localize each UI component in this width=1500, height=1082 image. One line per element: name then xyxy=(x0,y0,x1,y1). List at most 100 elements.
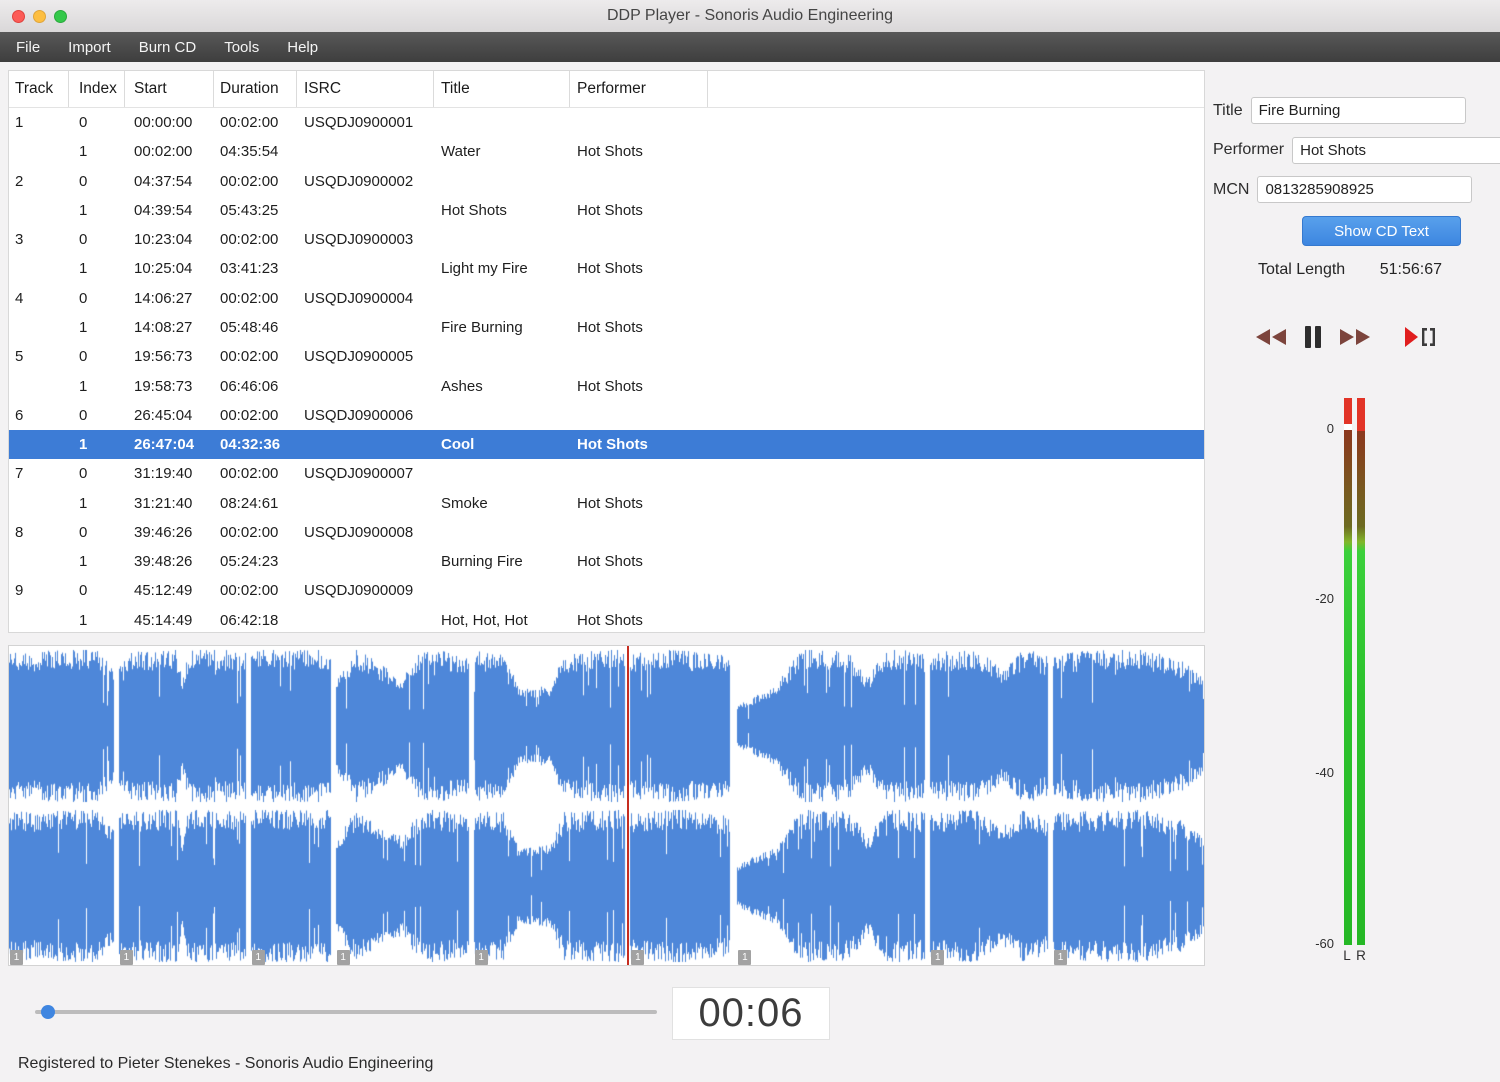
cell-performer: Hot Shots xyxy=(577,611,643,629)
cell-start: 00:00:00 xyxy=(134,114,193,132)
menu-burn-cd[interactable]: Burn CD xyxy=(125,32,211,62)
table-row[interactable]: 1 45:14:49 06:42:18 Hot, Hot, Hot Hot Shots xyxy=(9,606,1204,632)
cell-index: 1 xyxy=(79,494,88,512)
cell-title: Hot Shots xyxy=(441,201,507,219)
cell-title xyxy=(434,459,570,488)
minimize-icon[interactable] xyxy=(33,9,46,23)
menu-help[interactable]: Help xyxy=(273,32,332,62)
performer-input[interactable] xyxy=(1292,136,1500,164)
mcn-input[interactable] xyxy=(1257,176,1473,203)
table-row[interactable]: 8 0 39:46:26 00:02:00 USQDJ0900008 xyxy=(9,518,1204,547)
cell-isrc xyxy=(297,137,434,166)
playhead[interactable] xyxy=(627,646,630,965)
cell-index: 0 xyxy=(79,582,88,600)
cell-empty xyxy=(708,225,1204,254)
close-icon[interactable] xyxy=(12,9,25,23)
table-row[interactable]: 1 39:48:26 05:24:23 Burning Fire Hot Shots xyxy=(9,547,1204,576)
fast-forward-button[interactable] xyxy=(1338,327,1372,350)
cell-index: 0 xyxy=(79,465,88,483)
time-display: 00:06 xyxy=(672,987,830,1040)
table-header: Track Index Start Duration ISRC Title Performe… xyxy=(9,71,1204,108)
cell-isrc: USQDJ0900008 xyxy=(304,523,414,541)
index-marker[interactable]: 1 xyxy=(10,950,23,965)
title-label: Title xyxy=(1213,101,1243,119)
table-row[interactable]: 6 0 26:45:04 00:02:00 USQDJ0900006 xyxy=(9,401,1204,430)
title-input[interactable] xyxy=(1250,97,1466,124)
table-row[interactable]: 1 10:25:04 03:41:23 Light my Fire Hot Shots xyxy=(9,254,1204,283)
cell-isrc: USQDJ0900009 xyxy=(304,582,414,600)
cell-duration: 06:46:06 xyxy=(220,377,279,395)
table-row[interactable]: 1 19:58:73 06:46:06 Ashes Hot Shots xyxy=(9,371,1204,400)
table-row[interactable]: 4 0 14:06:27 00:02:00 USQDJ0900004 xyxy=(9,284,1204,313)
index-marker[interactable]: 1 xyxy=(1054,950,1068,965)
cell-start: 19:56:73 xyxy=(134,348,193,366)
menu-file[interactable]: File xyxy=(2,32,54,62)
cell-index: 1 xyxy=(79,318,88,336)
meter-gap xyxy=(1344,424,1352,430)
cell-isrc: USQDJ0900001 xyxy=(304,114,414,132)
zoom-icon[interactable] xyxy=(54,9,67,23)
cell-performer xyxy=(570,401,708,430)
cell-duration: 05:24:23 xyxy=(220,553,279,571)
cell-isrc xyxy=(297,488,434,517)
cell-track: 9 xyxy=(15,582,24,600)
index-marker[interactable]: 1 xyxy=(119,950,133,965)
seek-slider[interactable] xyxy=(35,1010,657,1014)
index-marker[interactable]: 1 xyxy=(474,950,488,965)
column-header-performer: Performer xyxy=(570,71,708,107)
index-marker[interactable]: 1 xyxy=(336,950,350,965)
pause-button[interactable] xyxy=(1301,325,1325,352)
table-row[interactable]: 1 14:08:27 05:48:46 Fire Burning Hot Shots xyxy=(9,313,1204,342)
table-row[interactable]: 7 0 31:19:40 00:02:00 USQDJ0900007 xyxy=(9,459,1204,488)
table-row[interactable]: 5 0 19:56:73 00:02:00 USQDJ0900005 xyxy=(9,342,1204,371)
cell-track: 4 xyxy=(15,289,24,307)
cell-title: Cool xyxy=(441,436,475,454)
cell-duration: 00:02:00 xyxy=(220,465,279,483)
cell-title: Smoke xyxy=(441,494,488,512)
table-row[interactable]: 1 26:47:04 04:32:36 Cool Hot Shots xyxy=(9,429,1204,460)
cell-empty xyxy=(708,371,1204,400)
cell-empty xyxy=(708,137,1204,166)
cell-track xyxy=(9,254,69,283)
waveform-display[interactable]: 1 1 1 1 1 1 1 1 1 xyxy=(8,645,1205,966)
cell-track xyxy=(9,196,69,225)
meter-scale-label: 0 xyxy=(1326,421,1334,436)
table-row[interactable]: 1 04:39:54 05:43:25 Hot Shots Hot Shots xyxy=(9,196,1204,225)
menu-import[interactable]: Import xyxy=(54,32,125,62)
cell-performer xyxy=(570,576,708,605)
index-marker[interactable]: 1 xyxy=(631,950,645,965)
channel-label-l: L xyxy=(1343,948,1351,963)
cell-duration: 00:02:00 xyxy=(220,406,279,424)
table-row[interactable]: 1 0 00:00:00 00:02:00 USQDJ0900001 xyxy=(9,108,1204,137)
meter-scale-label: -20 xyxy=(1315,591,1334,606)
cell-duration: 00:02:00 xyxy=(220,348,279,366)
cell-empty xyxy=(708,108,1204,137)
menu-bar: File Import Burn CD Tools Help xyxy=(0,32,1500,62)
table-row[interactable]: 1 00:02:00 04:35:54 Water Hot Shots xyxy=(9,137,1204,166)
index-marker[interactable]: 1 xyxy=(251,950,265,965)
cell-start: 10:25:04 xyxy=(134,260,193,278)
cell-title xyxy=(434,342,570,371)
seek-thumb[interactable] xyxy=(41,1005,56,1019)
show-cd-text-button[interactable]: Show CD Text xyxy=(1302,216,1461,246)
index-marker[interactable]: 1 xyxy=(738,950,752,965)
table-row[interactable]: 3 0 10:23:04 00:02:00 USQDJ0900003 xyxy=(9,225,1204,254)
cell-performer xyxy=(570,518,708,547)
cell-isrc xyxy=(297,313,434,342)
rewind-button[interactable] xyxy=(1254,327,1288,350)
index-marker[interactable]: 1 xyxy=(931,950,945,965)
cell-title xyxy=(434,108,570,137)
cell-index: 0 xyxy=(79,289,88,307)
cell-title: Light my Fire xyxy=(441,260,528,278)
track-table: Track Index Start Duration ISRC Title Performe… xyxy=(8,70,1205,633)
channel-label-r: R xyxy=(1356,948,1366,963)
table-row[interactable]: 9 0 45:12:49 00:02:00 USQDJ0900009 xyxy=(9,576,1204,605)
table-row[interactable]: 1 31:21:40 08:24:61 Smoke Hot Shots xyxy=(9,488,1204,517)
cell-performer xyxy=(570,108,708,137)
cell-performer: Hot Shots xyxy=(577,143,643,161)
play-to-marker-button[interactable] xyxy=(1404,324,1436,353)
meter-scale-label: -40 xyxy=(1315,765,1334,780)
table-row[interactable]: 2 0 04:37:54 00:02:00 USQDJ0900002 xyxy=(9,167,1204,196)
menu-tools[interactable]: Tools xyxy=(210,32,273,62)
window-title: DDP Player - Sonoris Audio Engineering xyxy=(606,7,894,24)
